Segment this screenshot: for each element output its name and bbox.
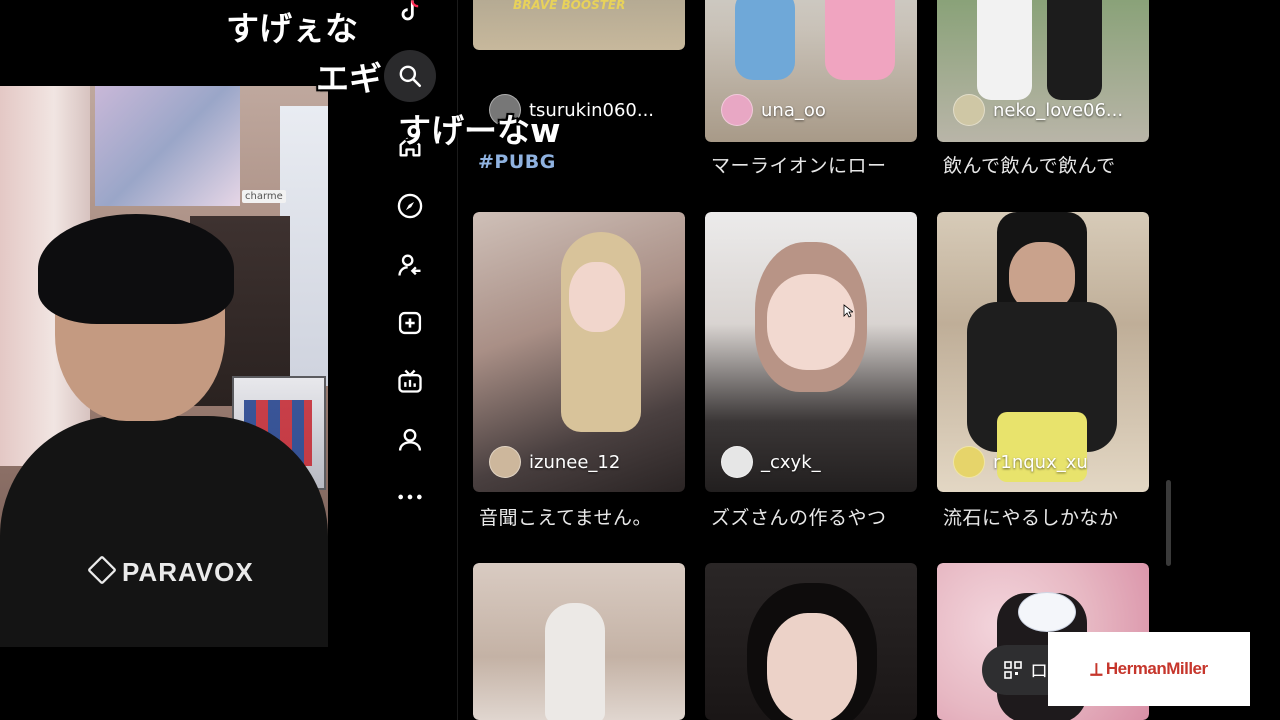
mascot-sticker (1018, 592, 1076, 632)
feed-scrollbar[interactable] (1166, 480, 1171, 566)
more-icon[interactable] (394, 481, 426, 513)
video-caption[interactable]: ズズさんの作るやつ (711, 503, 887, 530)
video-card[interactable]: BRAVE BOOSTER (473, 0, 685, 50)
video-caption[interactable]: マーライオンにロー (711, 151, 887, 178)
video-author[interactable]: izunee_12 (489, 446, 620, 478)
video-author[interactable]: r1nqux_xu (953, 446, 1088, 478)
video-thumbnail: BRAVE BOOSTER (473, 0, 685, 50)
video-author[interactable]: una_oo (721, 94, 826, 126)
video-card[interactable] (705, 563, 917, 720)
video-caption[interactable]: 飲んで飲んで飲んで (943, 151, 1116, 178)
qr-code-icon (1004, 661, 1022, 679)
streamer-shirt (0, 416, 328, 647)
shirt-logo: PARAVOX (87, 555, 254, 588)
sponsor-banner: ⟂ HermanMiller (1048, 632, 1250, 706)
video-author[interactable]: neko_love06... (953, 94, 1123, 126)
avatar (721, 94, 753, 126)
tiktok-logo-icon[interactable] (394, 0, 426, 28)
video-author[interactable]: _cxyk_ (721, 446, 821, 478)
video-thumbnail (473, 563, 685, 720)
streamer-hair (38, 214, 234, 324)
subtitle-line-3: すげーなw (398, 111, 561, 150)
video-caption[interactable]: 流石にやるしかなか (943, 503, 1119, 530)
video-caption[interactable]: #PUBG (478, 151, 556, 173)
streamer-webcam: PARAVOX charme (0, 86, 328, 647)
paravox-logo-icon (87, 555, 117, 585)
room-sign: charme (242, 190, 286, 203)
search-button[interactable] (384, 50, 436, 102)
following-icon[interactable] (394, 249, 426, 281)
avatar (953, 446, 985, 478)
explore-compass-icon[interactable] (394, 190, 426, 222)
anime-poster (95, 86, 240, 206)
video-caption[interactable]: 音聞こえてません。 (479, 503, 652, 530)
subtitle-line-2: エギ (316, 59, 382, 98)
subtitle-line-1: すげぇな (226, 9, 358, 48)
avatar (489, 446, 521, 478)
profile-icon[interactable] (394, 424, 426, 456)
search-icon (399, 65, 422, 88)
mouse-cursor-icon (843, 304, 853, 318)
video-card[interactable] (473, 563, 685, 720)
thumbnail-banner: BRAVE BOOSTER (513, 0, 626, 12)
upload-plus-icon[interactable] (394, 307, 426, 339)
avatar (721, 446, 753, 478)
avatar (953, 94, 985, 126)
live-tv-icon[interactable] (394, 365, 426, 397)
video-thumbnail (705, 563, 917, 720)
hermanmiller-logo-icon: ⟂ (1090, 658, 1102, 679)
